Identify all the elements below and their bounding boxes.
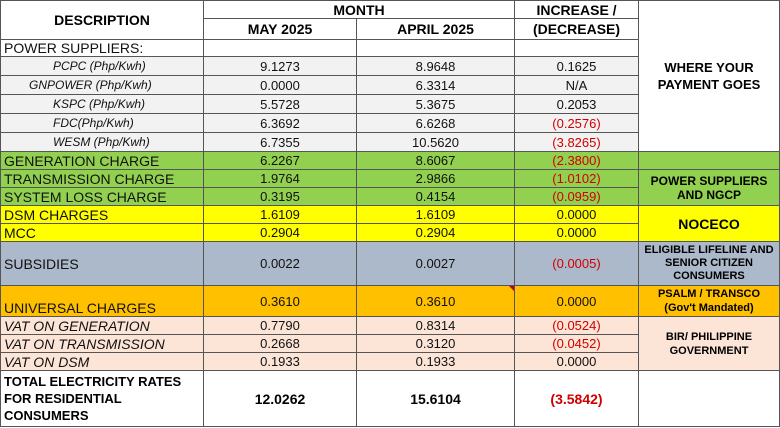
bir-government-label: BIR/ PHILIPPINE GOVERNMENT — [638, 316, 780, 371]
change-value: (0.0005) — [514, 241, 639, 286]
charge-name: VAT ON GENERATION — [0, 316, 204, 335]
change-value: 0.0000 — [514, 223, 639, 242]
universal-row: UNIVERSAL CHARGES 0.3610 0.3610 0.0000 P… — [0, 285, 780, 317]
may-value: 0.7790 — [203, 316, 357, 335]
april-value: 0.8314 — [356, 316, 515, 335]
may-value: 5.5728 — [203, 94, 357, 114]
april-value: 8.9648 — [356, 56, 515, 76]
april-value: 8.6067 — [356, 151, 515, 170]
generation-row: GENERATION CHARGE 6.2267 8.6067 (2.3800) — [0, 151, 780, 170]
may-value: 6.7355 — [203, 132, 357, 152]
may-value: 0.3610 — [203, 285, 357, 317]
change-value: (0.0959) — [514, 187, 639, 206]
increase-header: INCREASE / — [514, 0, 639, 19]
change-value: 0.2053 — [514, 94, 639, 114]
may-value: 0.2668 — [203, 334, 357, 353]
supplier-name: PCPC (Php/Kwh) — [0, 56, 204, 76]
charge-name: DSM CHARGES — [0, 205, 204, 224]
total-change: (3.5842) — [514, 370, 639, 427]
charge-name: MCC — [0, 223, 204, 242]
power-suppliers-label: POWER SUPPLIERS: — [0, 39, 204, 57]
charge-name: SUBSIDIES — [0, 241, 204, 286]
total-row: TOTAL ELECTRICITY RATES FOR RESIDENTIAL … — [0, 370, 780, 427]
april-value: 6.6268 — [356, 113, 515, 133]
supplier-name: WESM (Php/Kwh) — [0, 132, 204, 152]
change-value: (2.3800) — [514, 151, 639, 170]
april-value: 0.3610 — [356, 285, 515, 317]
april-value: 0.4154 — [356, 187, 515, 206]
transmission-row: TRANSMISSION CHARGE 1.9764 2.9866 (1.010… — [0, 169, 780, 206]
where-payment-goes-label: WHERE YOUR PAYMENT GOES — [638, 0, 780, 152]
change-value: (0.0452) — [514, 334, 639, 353]
power-ngcp-label: POWER SUPPLIERS AND NGCP — [638, 169, 780, 206]
change-value: (0.0524) — [514, 316, 639, 335]
april-value: 6.3314 — [356, 75, 515, 95]
may-value: 0.0022 — [203, 241, 357, 286]
april-header: APRIL 2025 — [356, 18, 515, 40]
total-label: TOTAL ELECTRICITY RATES FOR RESIDENTIAL … — [0, 370, 204, 427]
total-april: 15.6104 — [356, 370, 515, 427]
charge-name: VAT ON TRANSMISSION — [0, 334, 204, 353]
april-value: 0.0027 — [356, 241, 515, 286]
may-value: 1.6109 — [203, 205, 357, 224]
charge-name: GENERATION CHARGE — [0, 151, 204, 170]
april-value: 1.6109 — [356, 205, 515, 224]
april-value: 10.5620 — [356, 132, 515, 152]
may-value: 6.2267 — [203, 151, 357, 170]
noceco-label: NOCECO — [638, 205, 780, 242]
change-value: (0.2576) — [514, 113, 639, 133]
may-value: 0.3195 — [203, 187, 357, 206]
change-value: 0.0000 — [514, 352, 639, 371]
april-value: 5.3675 — [356, 94, 515, 114]
change-value: N/A — [514, 75, 639, 95]
decrease-header: (DECREASE) — [514, 18, 639, 40]
supplier-name: FDC(Php/Kwh) — [0, 113, 204, 133]
rates-table: DESCRIPTION MONTH INCREASE / WHERE YOUR … — [0, 0, 780, 427]
subsidies-row: SUBSIDIES 0.0022 0.0027 (0.0005) ELIGIBL… — [0, 241, 780, 286]
may-value: 0.0000 — [203, 75, 357, 95]
may-value: 1.9764 — [203, 169, 357, 188]
may-value: 6.3692 — [203, 113, 357, 133]
supplier-name: KSPC (Php/Kwh) — [0, 94, 204, 114]
april-value: 0.2904 — [356, 223, 515, 242]
april-value: 0.1933 — [356, 352, 515, 371]
month-header: MONTH — [203, 0, 515, 19]
psalm-transco-label: PSALM / TRANSCO (Gov't Mandated) — [638, 285, 780, 317]
april-value: 0.3120 — [356, 334, 515, 353]
change-value: 0.0000 — [514, 205, 639, 224]
supplier-name: GNPOWER (Php/Kwh) — [0, 75, 204, 95]
vat-generation-row: VAT ON GENERATION 0.7790 0.8314 (0.0524)… — [0, 316, 780, 371]
may-value: 0.1933 — [203, 352, 357, 371]
may-value: 9.1273 — [203, 56, 357, 76]
rates-sheet: DESCRIPTION MONTH INCREASE / WHERE YOUR … — [0, 0, 780, 428]
change-value: 0.0000 — [514, 285, 639, 317]
april-value: 2.9866 — [356, 169, 515, 188]
may-value: 0.2904 — [203, 223, 357, 242]
total-may: 12.0262 — [203, 370, 357, 427]
change-value: 0.1625 — [514, 56, 639, 76]
dsm-row: DSM CHARGES 1.6109 1.6109 0.0000 NOCECO — [0, 205, 780, 242]
may-header: MAY 2025 — [203, 18, 357, 40]
charge-name: TRANSMISSION CHARGE — [0, 169, 204, 188]
description-header: DESCRIPTION — [0, 0, 204, 40]
charge-name: SYSTEM LOSS CHARGE — [0, 187, 204, 206]
charge-name: UNIVERSAL CHARGES — [0, 285, 204, 317]
eligible-consumers-label: ELIGIBLE LIFELINE AND SENIOR CITIZEN CON… — [638, 241, 780, 286]
change-value: (1.0102) — [514, 169, 639, 188]
change-value: (3.8265) — [514, 132, 639, 152]
charge-name: VAT ON DSM — [0, 352, 204, 371]
